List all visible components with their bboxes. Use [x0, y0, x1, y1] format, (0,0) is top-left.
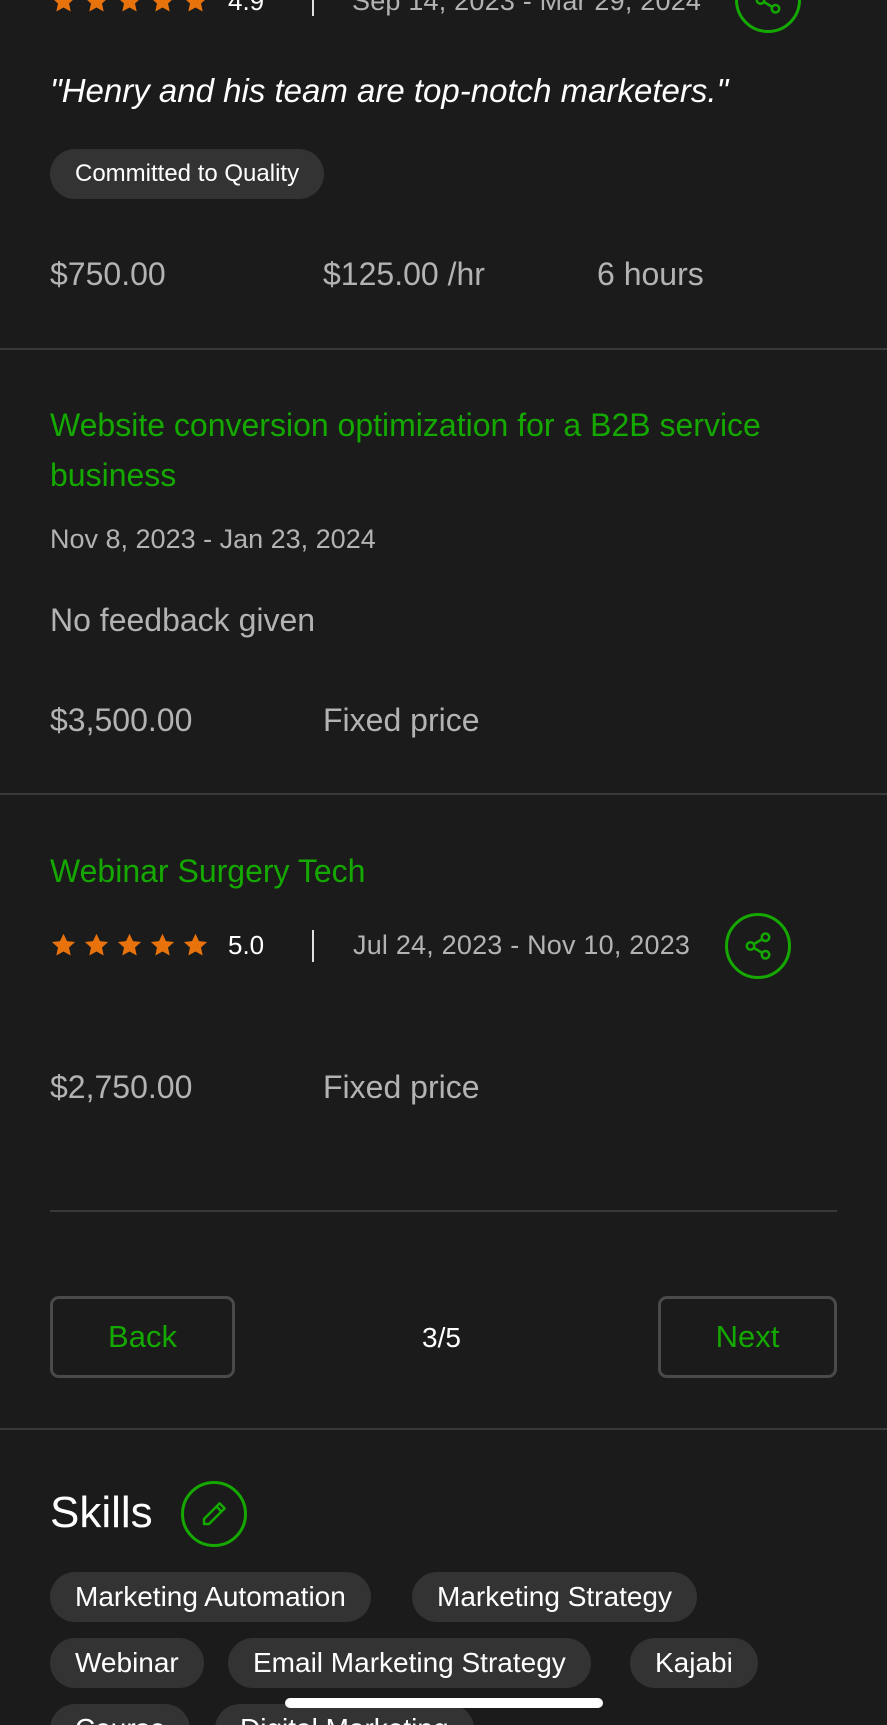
star-icon	[120, 0, 139, 12]
list-end-divider	[50, 1210, 837, 1212]
feedback-badge: Committed to Quality	[50, 149, 325, 199]
job-title-link[interactable]: Website conversion optimization for a B2…	[50, 400, 840, 500]
star-icon	[153, 0, 172, 12]
page-indicator: 3/5	[422, 1322, 461, 1353]
skill-chip[interactable]: Kajabi	[630, 1638, 758, 1688]
amount-earned: $2,750.00	[50, 1069, 193, 1105]
star-icon	[117, 933, 142, 956]
share-button[interactable]	[735, 0, 801, 33]
skills-heading: Skills	[50, 1488, 153, 1537]
skill-chip[interactable]: Marketing Strategy	[412, 1572, 697, 1622]
amount-earned: $3,500.00	[50, 702, 193, 738]
price-type: Fixed price	[323, 1069, 480, 1105]
share-icon	[755, 0, 781, 14]
pencil-icon	[202, 1502, 226, 1526]
client-feedback: "Henry and his team are top-notch market…	[50, 72, 729, 109]
star-icon	[54, 0, 73, 12]
edit-skills-button[interactable]	[181, 1481, 247, 1547]
client-feedback: No feedback given	[50, 602, 316, 638]
skill-chip[interactable]: Webinar	[50, 1638, 204, 1688]
job-divider	[0, 793, 887, 795]
rating-stars	[50, 0, 209, 15]
star-icon	[51, 933, 76, 956]
amount-earned: $750.00	[50, 256, 166, 292]
job-dates: Jul 24, 2023 - Nov 10, 2023	[353, 930, 691, 960]
share-button[interactable]	[725, 913, 791, 979]
rating-separator	[312, 0, 314, 16]
star-icon	[87, 0, 106, 12]
skill-chip[interactable]: Marketing Automation	[50, 1572, 371, 1622]
skill-chip[interactable]: Email Marketing Strategy	[228, 1638, 591, 1688]
home-indicator	[285, 1698, 603, 1708]
job-dates: Sep 14, 2023 - Mar 29, 2024	[352, 0, 702, 16]
rating-separator	[312, 930, 314, 962]
back-button[interactable]: Back	[50, 1296, 235, 1378]
section-divider	[0, 1428, 887, 1430]
rating-stars	[50, 932, 209, 959]
hours-worked: 6 hours	[597, 256, 704, 292]
rating-value: 4.9	[228, 0, 265, 16]
job-title-link[interactable]: Webinar Surgery Tech	[50, 846, 365, 896]
hourly-rate: $125.00 /hr	[323, 256, 485, 292]
skill-chip[interactable]: Course	[50, 1704, 191, 1725]
next-button[interactable]: Next	[658, 1296, 837, 1378]
price-type: Fixed price	[323, 702, 480, 738]
star-icon	[183, 933, 208, 956]
work-history-screen: 4.9 Sep 14, 2023 - Mar 29, 2024 "Henry a…	[0, 0, 887, 1725]
star-icon	[186, 0, 205, 12]
share-icon	[745, 932, 771, 960]
rating-value: 5.0	[228, 930, 265, 960]
star-icon	[150, 933, 175, 956]
job-divider	[0, 348, 887, 350]
star-icon	[84, 933, 109, 956]
job-dates: Nov 8, 2023 - Jan 23, 2024	[50, 524, 376, 554]
